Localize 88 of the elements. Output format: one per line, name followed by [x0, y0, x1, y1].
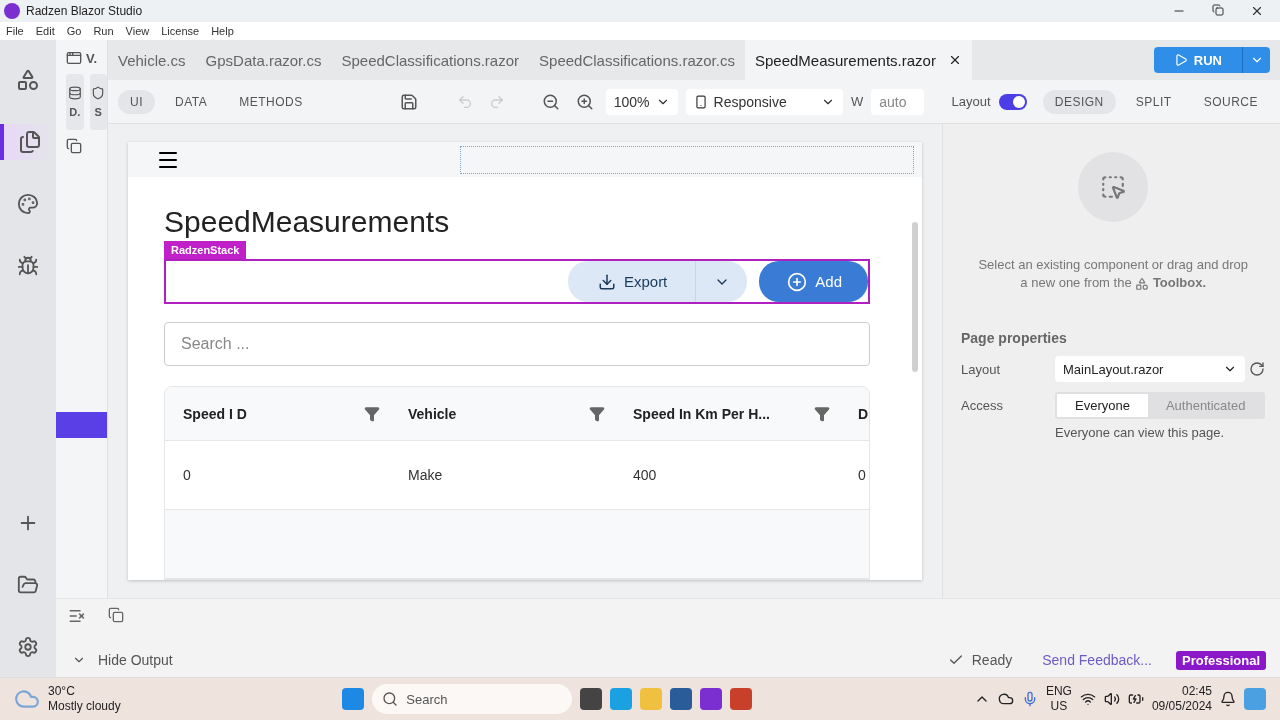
language-text[interactable]: ENG — [1045, 684, 1072, 699]
window-icon — [66, 50, 82, 66]
filter-icon[interactable] — [364, 405, 380, 422]
toolbox-link[interactable]: Toolbox. — [1152, 275, 1207, 290]
section-title: Page properties — [961, 330, 1067, 346]
column-title: Vehicle — [408, 405, 457, 422]
clock-date[interactable]: 09/05/2024 — [1151, 699, 1212, 714]
file-tab[interactable]: SpeedMeasurements.razor — [744, 40, 972, 80]
temperature: 30°C — [48, 684, 75, 699]
device-icon — [693, 94, 708, 109]
language-text[interactable]: US — [1050, 699, 1068, 714]
clear-output-icon[interactable] — [68, 607, 86, 625]
width-field[interactable]: auto — [871, 88, 925, 115]
menu-item[interactable]: Help — [211, 25, 234, 37]
field-label: Layout — [961, 361, 1002, 377]
notification-icon[interactable] — [1220, 691, 1236, 707]
column-title: D — [858, 405, 869, 422]
width-label: W — [850, 94, 864, 109]
view-tab[interactable]: SOURCE — [1191, 89, 1270, 114]
menu-item[interactable]: File — [6, 25, 24, 37]
view-tab[interactable]: SPLIT — [1123, 89, 1184, 114]
close-icon[interactable] — [1250, 4, 1264, 18]
explorer-button[interactable]: D. — [66, 74, 84, 130]
filter-icon[interactable] — [589, 405, 605, 422]
page-heading: SpeedMeasurements — [164, 205, 451, 240]
search-field[interactable]: Search ... — [164, 322, 870, 366]
layout-toggle[interactable] — [998, 93, 1027, 110]
output-toggle[interactable]: Hide Output — [98, 652, 173, 668]
wifi-icon[interactable] — [1079, 691, 1096, 707]
mode-tab[interactable]: DATA — [163, 89, 220, 114]
component-label: RadzenStack — [164, 241, 247, 259]
hint-text: Select an existing component or drag and drop — [978, 256, 1248, 274]
debug-icon[interactable] — [17, 255, 39, 277]
hint-text: a new one from the — [1020, 275, 1132, 290]
cloud-icon[interactable] — [997, 691, 1014, 707]
field-label: Access — [961, 398, 1004, 413]
copy-icon[interactable] — [66, 138, 82, 154]
table-cell-text: 0 — [857, 467, 867, 483]
layout-label: Layout — [951, 94, 991, 109]
toolbox-icon — [1135, 276, 1150, 291]
refresh-icon[interactable] — [1249, 361, 1266, 377]
weather-text: Mostly cloudy — [48, 699, 121, 714]
view-tab[interactable]: DESIGN — [1042, 89, 1116, 114]
status-text: Ready — [971, 652, 1013, 668]
volume-icon[interactable] — [1103, 691, 1120, 707]
folder-icon[interactable] — [17, 574, 39, 596]
zoom-dropdown[interactable]: 100% — [605, 88, 678, 115]
mode-tab[interactable]: UI — [118, 89, 155, 114]
download-icon — [597, 272, 616, 291]
column-title: Speed I D — [183, 405, 247, 422]
run-menu-button[interactable] — [1242, 47, 1270, 73]
table-cell-text: 0 — [182, 467, 192, 483]
layout-dropdown[interactable]: MainLayout.razor — [1055, 356, 1246, 382]
database-icon — [67, 86, 82, 100]
files-icon[interactable] — [18, 130, 42, 154]
export-button[interactable]: Export — [567, 261, 696, 302]
play-icon — [1173, 53, 1188, 67]
app-logo-icon — [4, 3, 20, 19]
settings-icon[interactable] — [17, 636, 39, 658]
clock-time[interactable]: 02:45 — [1181, 684, 1212, 699]
menu-item[interactable]: Go — [66, 25, 82, 37]
palette-icon[interactable] — [17, 193, 39, 215]
restore-icon[interactable] — [1212, 4, 1224, 16]
edition-badge: Professional — [1175, 650, 1266, 670]
mode-tab[interactable]: METHODS — [227, 89, 315, 114]
menu-item[interactable]: View — [125, 25, 150, 37]
access-note: Everyone can view this page. — [1055, 425, 1226, 440]
feedback-link[interactable]: Send Feedback... — [1042, 652, 1152, 668]
menu-item[interactable]: Run — [93, 25, 114, 37]
menu-item[interactable]: Edit — [35, 25, 55, 37]
menu-item[interactable]: License — [161, 25, 200, 37]
search-icon — [382, 691, 399, 707]
toolbox-icon[interactable] — [16, 68, 40, 92]
plus-circle-icon — [787, 271, 808, 292]
explorer-button[interactable]: S — [89, 74, 107, 130]
table-cell-text: Make — [407, 467, 444, 483]
battery-icon[interactable] — [1127, 691, 1144, 707]
shield-icon — [91, 86, 106, 100]
window-title: Radzen Blazor Studio — [26, 4, 143, 18]
filter-icon[interactable] — [814, 405, 830, 422]
device-dropdown[interactable]: Responsive — [685, 88, 843, 115]
table-cell-text: 400 — [632, 467, 658, 483]
access-option[interactable]: Everyone — [1057, 394, 1148, 417]
add-button[interactable]: Add — [759, 261, 868, 302]
column-title: Speed In Km Per H... — [633, 405, 770, 422]
copy-icon[interactable] — [108, 607, 124, 623]
taskbar-search[interactable]: Search — [372, 684, 573, 714]
explorer-title: V. — [86, 50, 98, 66]
